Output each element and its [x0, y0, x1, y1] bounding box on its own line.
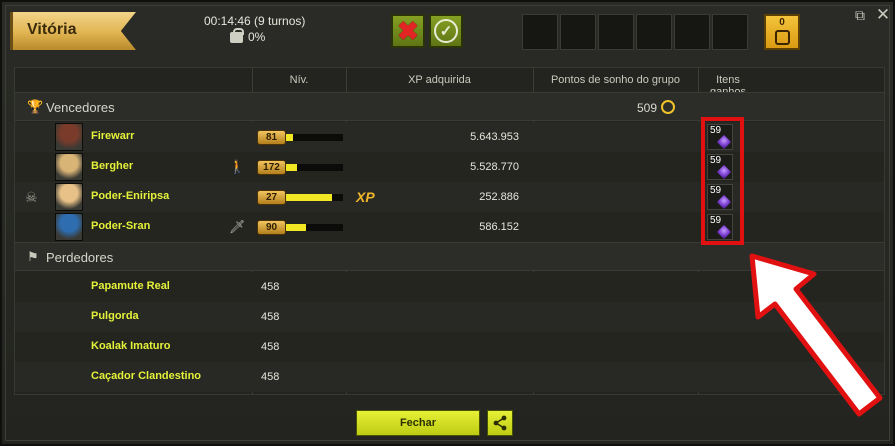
- share-button[interactable]: [487, 410, 513, 436]
- fight-result-window: Vitória 00:14:46 (9 turnos) 0% ✖ ✓ 0 ⧉ ✕…: [0, 0, 895, 446]
- share-icon: [493, 415, 507, 431]
- annotation-arrow: [749, 253, 883, 417]
- close-button[interactable]: Fechar: [356, 410, 480, 436]
